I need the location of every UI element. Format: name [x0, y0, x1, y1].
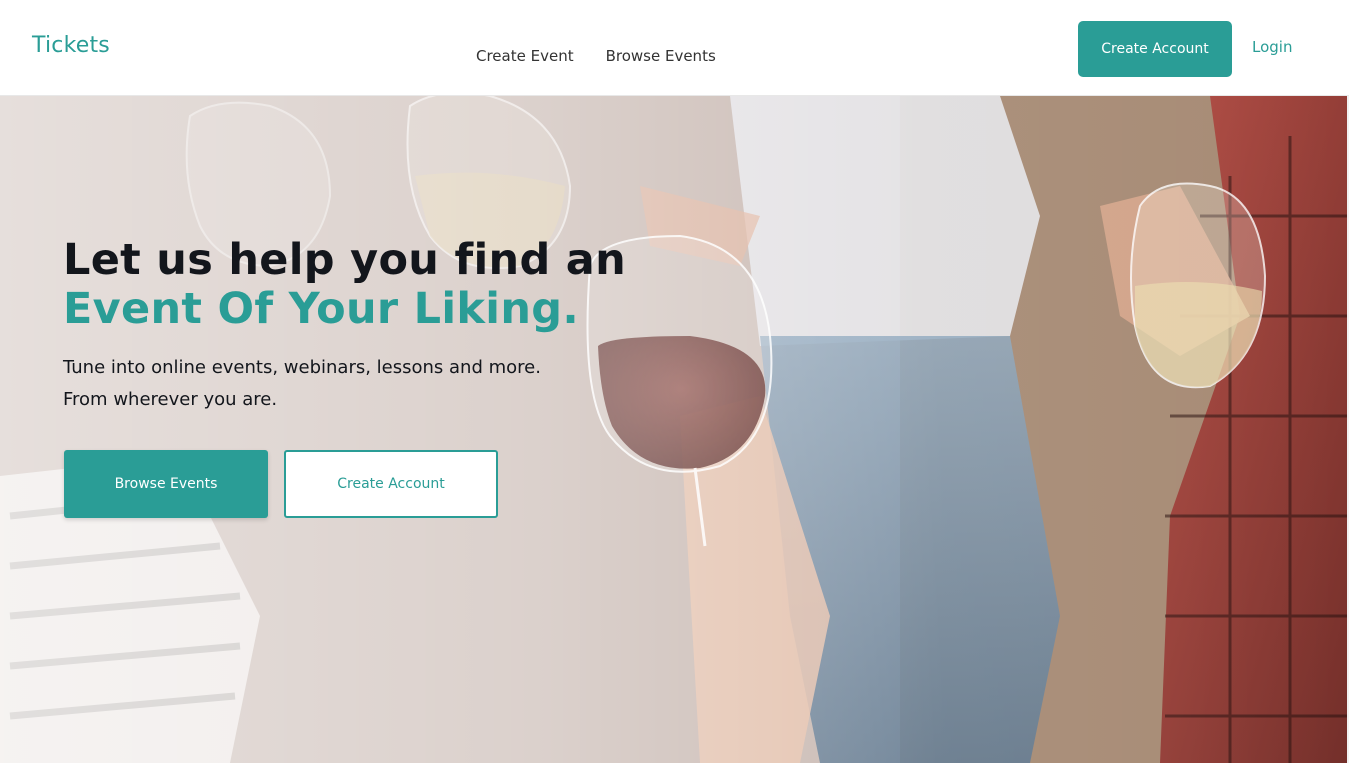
logo[interactable]: Tickets [32, 32, 110, 60]
site-header: Tickets Create Event Browse Events Creat… [0, 0, 1349, 96]
headline-line-2: Event Of Your Liking. [63, 284, 579, 334]
hero-create-account-button[interactable]: Create Account [284, 450, 498, 518]
hero-overlay [0, 96, 1347, 763]
nav-create-event[interactable]: Create Event [476, 46, 574, 66]
hero-section: Let us help you find an Event Of Your Li… [0, 96, 1347, 763]
login-link[interactable]: Login [1252, 37, 1292, 57]
main-nav: Create Event Browse Events [476, 46, 716, 66]
create-account-button[interactable]: Create Account [1078, 21, 1232, 77]
hero-subtext: Tune into online events, webinars, lesso… [63, 352, 541, 416]
subtext-line-1: Tune into online events, webinars, lesso… [63, 357, 541, 378]
headline-line-1: Let us help you find an [63, 235, 627, 285]
subtext-line-2: From wherever you are. [63, 389, 278, 410]
browse-events-button[interactable]: Browse Events [64, 450, 268, 518]
hero-headline: Let us help you find an Event Of Your Li… [63, 236, 626, 334]
nav-browse-events[interactable]: Browse Events [606, 46, 716, 66]
